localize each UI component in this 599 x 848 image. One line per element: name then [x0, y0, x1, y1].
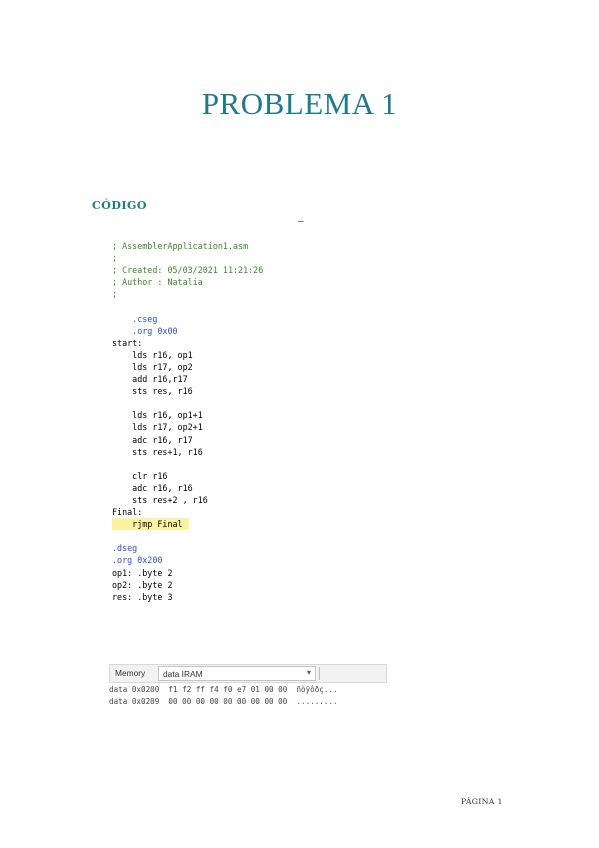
code-line: Final:: [112, 506, 263, 518]
code-block: ; AssemblerApplication1.asm;; Created: 0…: [112, 240, 263, 603]
memory-row: data 0x0209 00 00 00 00 00 00 00 00 00 .…: [109, 697, 338, 705]
code-line-text: add r16,r17: [112, 374, 188, 385]
memory-space-value: data IRAM: [163, 669, 203, 679]
code-line: clr r16: [112, 470, 263, 482]
code-line-text: lds r16, op1: [112, 349, 193, 360]
code-line: .cseg: [112, 313, 263, 325]
memory-window: Memory data IRAM ▾ data 0x0200 f1 f2 ff …: [109, 664, 387, 705]
code-line-text: adc r16, r17: [112, 434, 193, 445]
code-line: .org 0x00: [112, 325, 263, 337]
section-heading: CÓDIGO: [92, 199, 147, 212]
code-line-text: .dseg: [112, 543, 138, 554]
code-line-text: ;: [112, 289, 118, 300]
code-line: ; AssemblerApplication1.asm: [112, 240, 263, 252]
toolbar-divider: [319, 667, 320, 680]
code-line: start:: [112, 337, 263, 349]
memory-toolbar: Memory data IRAM ▾: [109, 664, 387, 683]
memory-row: data 0x0200 f1 f2 ff f4 f0 e7 01 00 00 ñ…: [109, 685, 338, 694]
code-line-text: adc r16, r16: [112, 482, 193, 493]
code-line: sts res, r16: [112, 385, 263, 397]
code-line: lds r17, op2: [112, 361, 263, 373]
code-line-text: clr r16: [112, 470, 168, 481]
code-line: op2: .byte 2: [112, 579, 263, 591]
memory-label: Memory: [115, 668, 146, 678]
code-line-text: rjmp Final: [112, 518, 189, 531]
code-line-text: lds r17, op2: [112, 361, 193, 372]
code-line-text: op2: .byte 2: [112, 579, 173, 590]
code-line: adc r16, r17: [112, 434, 263, 446]
code-line-text: start:: [112, 337, 143, 348]
code-line: rjmp Final: [112, 518, 263, 531]
code-line: ; Created: 05/03/2021 11:21:26: [112, 264, 263, 276]
code-line: ;: [112, 288, 263, 300]
code-line: ;: [112, 252, 263, 264]
code-line-text: ;: [112, 253, 118, 264]
code-line-text: sts res+2 , r16: [112, 494, 208, 505]
code-line-text: sts res, r16: [112, 386, 193, 397]
code-line-text: Final:: [112, 507, 143, 518]
code-line-text: .cseg: [112, 313, 158, 324]
code-line-text: lds r17, op2+1: [112, 422, 203, 433]
code-line-text: sts res+1, r16: [112, 446, 203, 457]
code-line: adc r16, r16: [112, 482, 263, 494]
page-title: PROBLEMA 1: [201, 86, 398, 121]
code-line-text: .org 0x200: [112, 555, 163, 566]
code-line: sts res+2 , r16: [112, 494, 263, 506]
code-line: lds r17, op2+1: [112, 421, 263, 433]
memory-space-dropdown[interactable]: data IRAM ▾: [158, 666, 316, 681]
code-line-text: op1: .byte 2: [112, 567, 173, 578]
stray-dash: –: [298, 216, 304, 227]
code-line: sts res+1, r16: [112, 446, 263, 458]
code-line-text: ; Author : Natalia: [112, 277, 203, 288]
code-line-text: lds r16, op1+1: [112, 410, 203, 421]
code-line: add r16,r17: [112, 373, 263, 385]
code-line: .dseg: [112, 542, 263, 554]
code-line: lds r16, op1: [112, 349, 263, 361]
code-line: .org 0x200: [112, 554, 263, 566]
code-line-text: res: .byte 3: [112, 591, 173, 602]
code-line: ; Author : Natalia: [112, 276, 263, 288]
code-line: op1: .byte 2: [112, 567, 263, 579]
code-line: res: .byte 3: [112, 591, 263, 603]
memory-rows: data 0x0200 f1 f2 ff f4 f0 e7 01 00 00 ñ…: [109, 683, 387, 705]
code-line: lds r16, op1+1: [112, 409, 263, 421]
code-line-text: ; AssemblerApplication1.asm: [112, 241, 249, 251]
code-line-text: ; Created: 05/03/2021 11:21:26: [112, 265, 264, 276]
page-number: PÁGINA 1: [461, 797, 503, 806]
code-line-text: .org 0x00: [112, 325, 178, 336]
chevron-down-icon[interactable]: ▾: [307, 668, 311, 677]
